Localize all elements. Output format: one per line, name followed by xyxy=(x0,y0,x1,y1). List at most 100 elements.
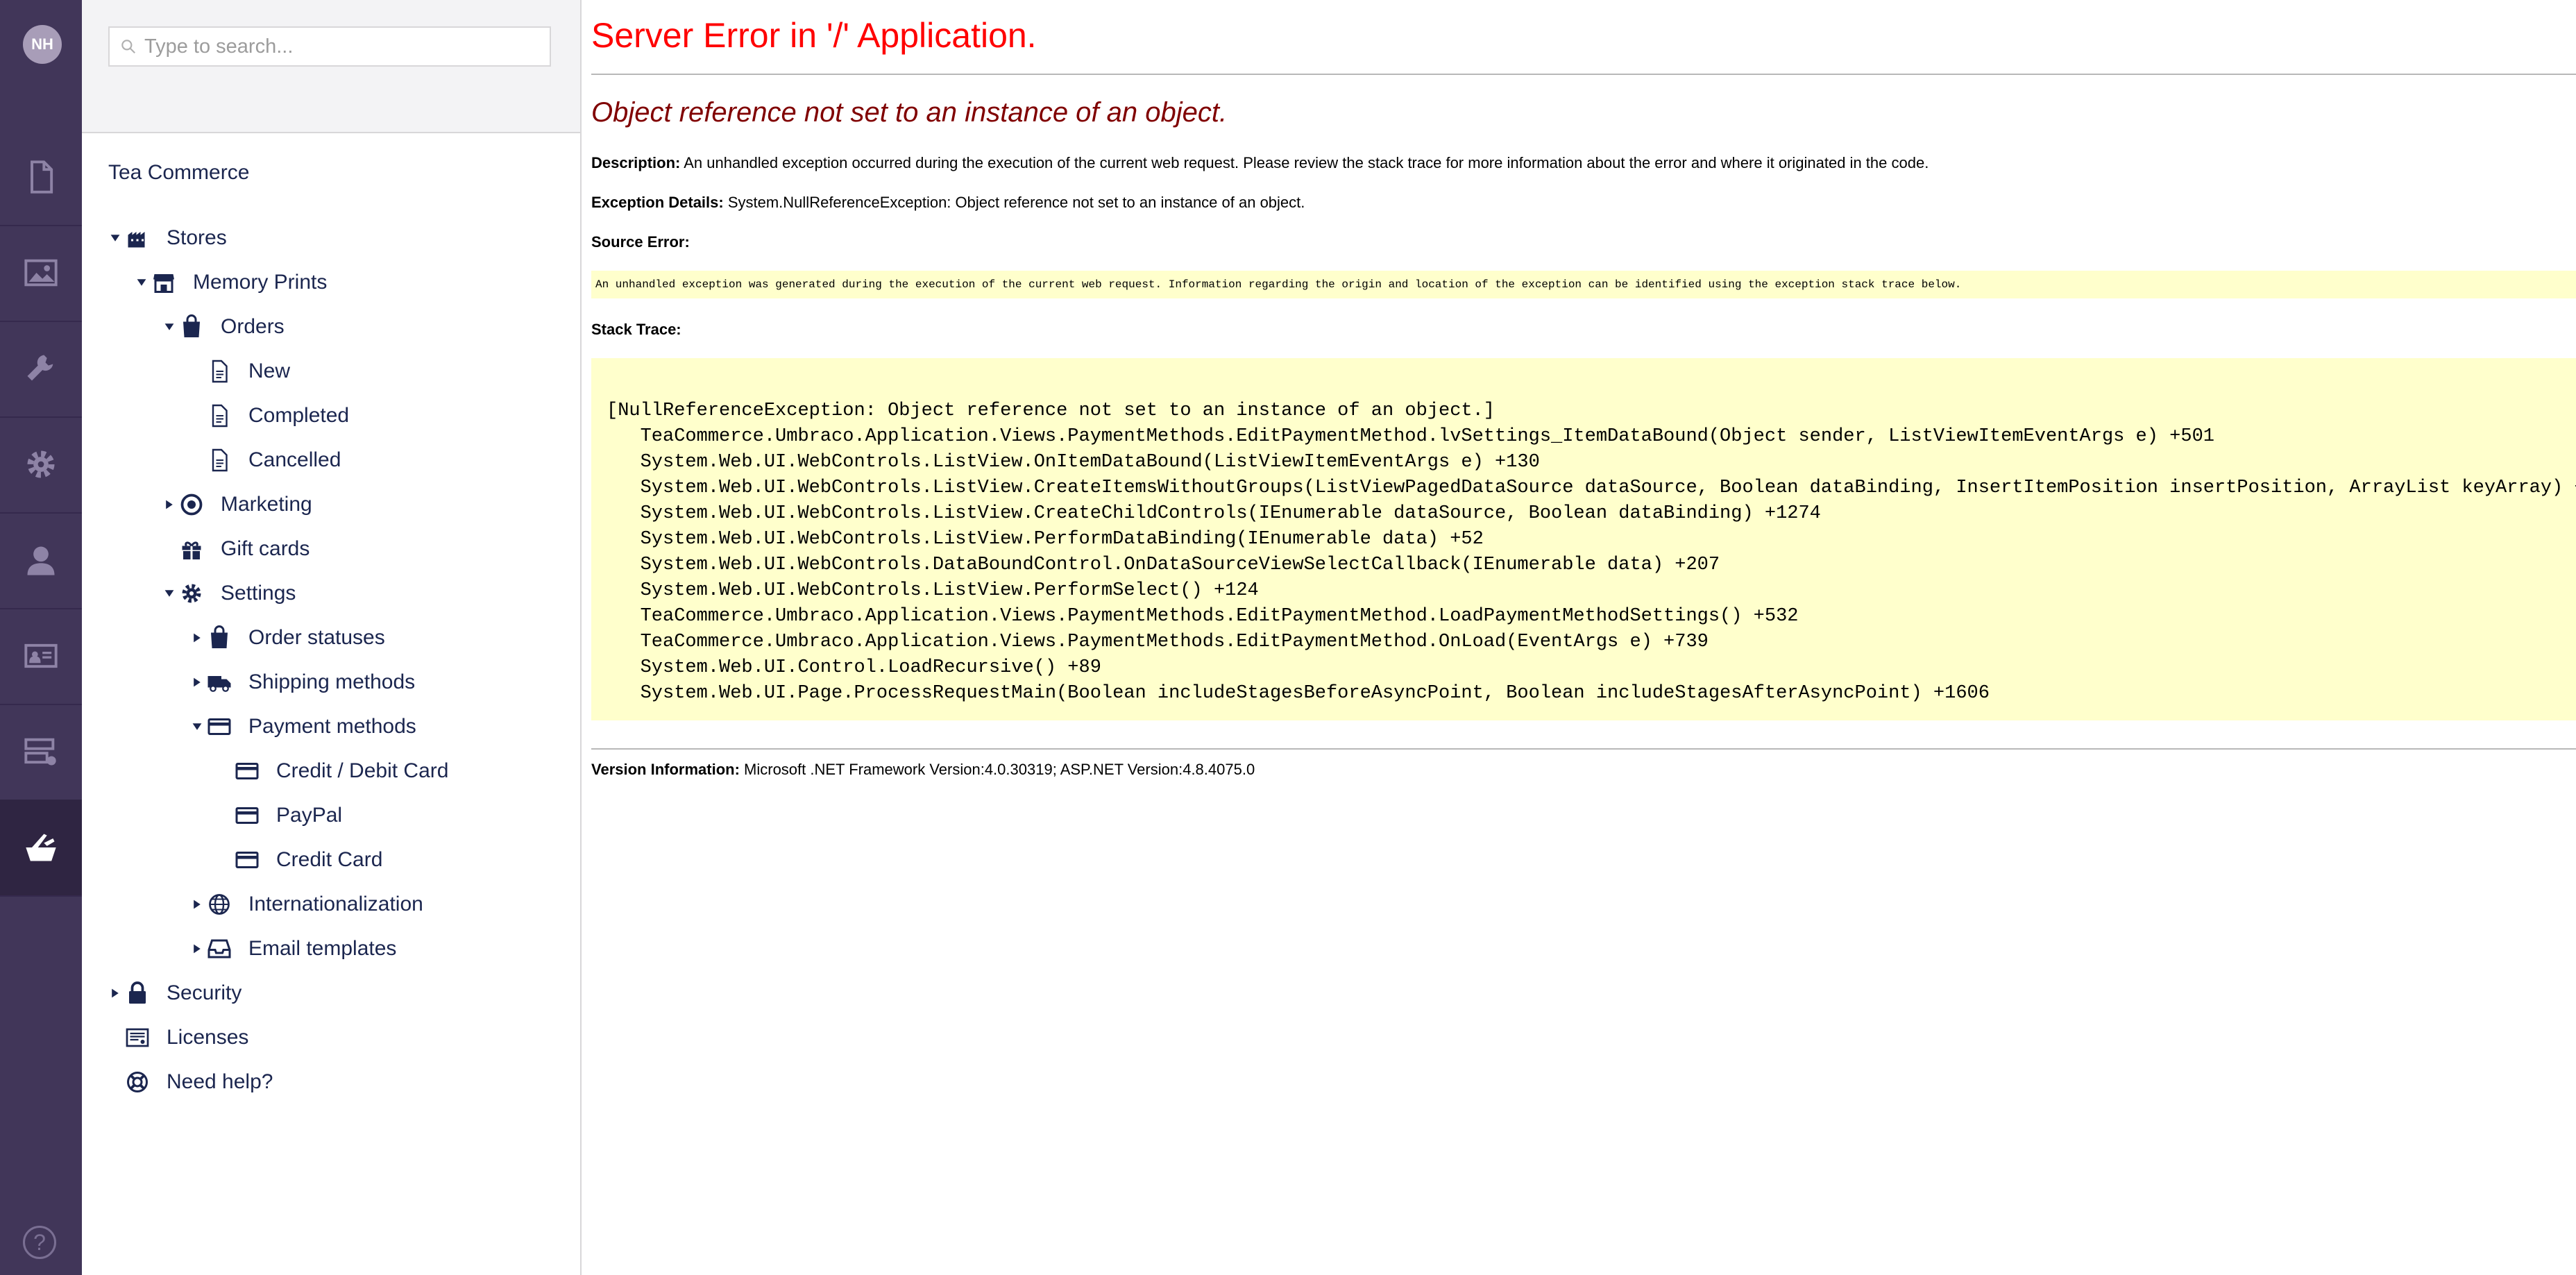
stack-trace-label: Stack Trace: xyxy=(591,321,681,338)
media-icon xyxy=(24,259,58,287)
tree-node[interactable]: Completed xyxy=(189,397,349,434)
tree-node-label: Internationalization xyxy=(248,893,423,915)
tree-node[interactable]: New xyxy=(189,353,290,390)
stack-trace-entry: System.Web.UI.WebControls.ListView.Creat… xyxy=(607,503,1821,524)
store-icon xyxy=(150,269,178,296)
search-box[interactable] xyxy=(108,26,551,67)
tree-node-label: Marketing xyxy=(221,493,312,516)
tree-node-label: Shipping methods xyxy=(248,670,416,693)
tree-node-label: Orders xyxy=(221,315,285,338)
error-subtitle: Object reference not set to an instance … xyxy=(591,97,1228,128)
tree-node[interactable]: Settings xyxy=(161,575,296,612)
tree-node[interactable]: Payment methods xyxy=(189,708,416,745)
tree-node[interactable]: Internationalization xyxy=(189,886,423,923)
member-card-icon xyxy=(24,643,58,668)
stack-trace-entry: System.Web.UI.WebControls.ListView.Perfo… xyxy=(607,580,1259,601)
stack-trace-entry: [NullReferenceException: Object referenc… xyxy=(607,400,1495,421)
tree-node-label: Settings xyxy=(221,582,296,605)
tree-node-label: Licenses xyxy=(167,1026,249,1049)
caret-right-icon[interactable] xyxy=(161,499,178,510)
caret-down-icon[interactable] xyxy=(189,721,205,732)
source-error-label: Source Error: xyxy=(591,233,690,251)
caret-down-icon[interactable] xyxy=(107,233,124,244)
lock-icon xyxy=(124,979,151,1007)
tree-node-label: PayPal xyxy=(276,804,343,827)
tree-node-label: Need help? xyxy=(167,1070,273,1093)
tree-node[interactable]: Memory Prints xyxy=(133,264,327,301)
help-button[interactable]: ? xyxy=(23,1226,56,1259)
tea-commerce-section-button[interactable] xyxy=(0,800,82,897)
content-icon xyxy=(31,160,53,194)
divider xyxy=(591,748,2576,750)
stack-trace-entry: System.Web.UI.Control.LoadRecursive() +8… xyxy=(607,657,1101,678)
content-section-button[interactable] xyxy=(0,129,82,226)
tree-node[interactable]: Credit / Debit Card xyxy=(217,752,448,790)
developer-section-button[interactable] xyxy=(0,416,82,514)
tree-node-label: Memory Prints xyxy=(193,271,328,294)
target-icon xyxy=(178,491,205,518)
description-label: Description: xyxy=(591,154,681,171)
user-avatar[interactable]: NH xyxy=(23,25,62,64)
divider xyxy=(591,74,2576,75)
exception-text: System.NullReferenceException: Object re… xyxy=(723,194,1305,211)
stack-trace-entry: TeaCommerce.Umbraco.Application.Views.Pa… xyxy=(607,426,2214,447)
settings-section-button[interactable] xyxy=(0,321,82,418)
tree-node-label: Completed xyxy=(248,404,350,427)
credit-card-icon xyxy=(233,846,261,874)
description-line: Description: An unhandled exception occu… xyxy=(591,154,1929,172)
document-icon xyxy=(205,402,233,430)
exception-label: Exception Details: xyxy=(591,194,724,211)
tree-node[interactable]: Gift cards xyxy=(161,530,310,568)
lifebuoy-icon xyxy=(124,1068,151,1096)
document-icon xyxy=(205,446,233,474)
caret-right-icon[interactable] xyxy=(189,899,205,910)
tree-node[interactable]: PayPal xyxy=(217,797,342,834)
search-icon xyxy=(121,40,135,53)
stack-trace-entry: TeaCommerce.Umbraco.Application.Views.Pa… xyxy=(607,632,1709,652)
credit-card-icon xyxy=(205,713,233,741)
forms-section-button[interactable] xyxy=(0,704,82,801)
exception-line: Exception Details: System.NullReferenceE… xyxy=(591,194,1305,212)
tree-node[interactable]: Orders xyxy=(161,308,285,346)
caret-right-icon[interactable] xyxy=(189,632,205,643)
tree-node[interactable]: Shipping methods xyxy=(189,664,415,701)
tree-node[interactable]: Marketing xyxy=(161,486,312,523)
members-section-button[interactable] xyxy=(0,608,82,705)
license-icon xyxy=(124,1024,151,1052)
source-error-line: Source Error: xyxy=(591,233,690,251)
tree-node[interactable]: Credit Card xyxy=(217,841,382,879)
stack-trace-entry: System.Web.UI.WebControls.ListView.Creat… xyxy=(607,478,2576,498)
tea-commerce-icon xyxy=(26,834,56,861)
gear-icon xyxy=(27,450,55,478)
search-input[interactable] xyxy=(143,34,550,59)
tree-node[interactable]: Order statuses xyxy=(189,619,385,657)
tree-node-label: Security xyxy=(167,981,242,1004)
user-icon xyxy=(27,546,55,575)
gear-icon xyxy=(178,580,205,607)
forms-icon xyxy=(24,738,56,766)
description-text: An unhandled exception occurred during t… xyxy=(680,154,1929,171)
shopping-bag-icon xyxy=(178,313,205,341)
caret-down-icon[interactable] xyxy=(133,277,150,288)
tree-node[interactable]: Licenses xyxy=(107,1019,248,1056)
caret-down-icon[interactable] xyxy=(161,321,178,332)
tree-node[interactable]: Security xyxy=(107,974,242,1012)
caret-down-icon[interactable] xyxy=(161,588,178,599)
version-line: Version Information: Microsoft .NET Fram… xyxy=(591,761,1255,779)
stack-trace-entry: System.Web.UI.WebControls.DataBoundContr… xyxy=(607,555,1720,575)
truck-icon xyxy=(205,668,233,696)
tree-node[interactable]: Email templates xyxy=(189,930,396,968)
tree-node-label: Cancelled xyxy=(248,448,341,471)
tree-node[interactable]: Need help? xyxy=(107,1063,273,1101)
tree-node[interactable]: Cancelled xyxy=(189,441,341,479)
caret-right-icon[interactable] xyxy=(189,677,205,688)
users-section-button[interactable] xyxy=(0,512,82,609)
tree-node-label: Payment methods xyxy=(248,715,416,738)
error-title: Server Error in '/' Application. xyxy=(591,16,1037,55)
stores-icon xyxy=(124,224,151,252)
caret-right-icon[interactable] xyxy=(189,943,205,954)
caret-right-icon[interactable] xyxy=(107,988,124,999)
media-section-button[interactable] xyxy=(0,225,82,322)
tree-node-label: Stores xyxy=(167,226,227,249)
tree-node[interactable]: Stores xyxy=(107,219,227,257)
